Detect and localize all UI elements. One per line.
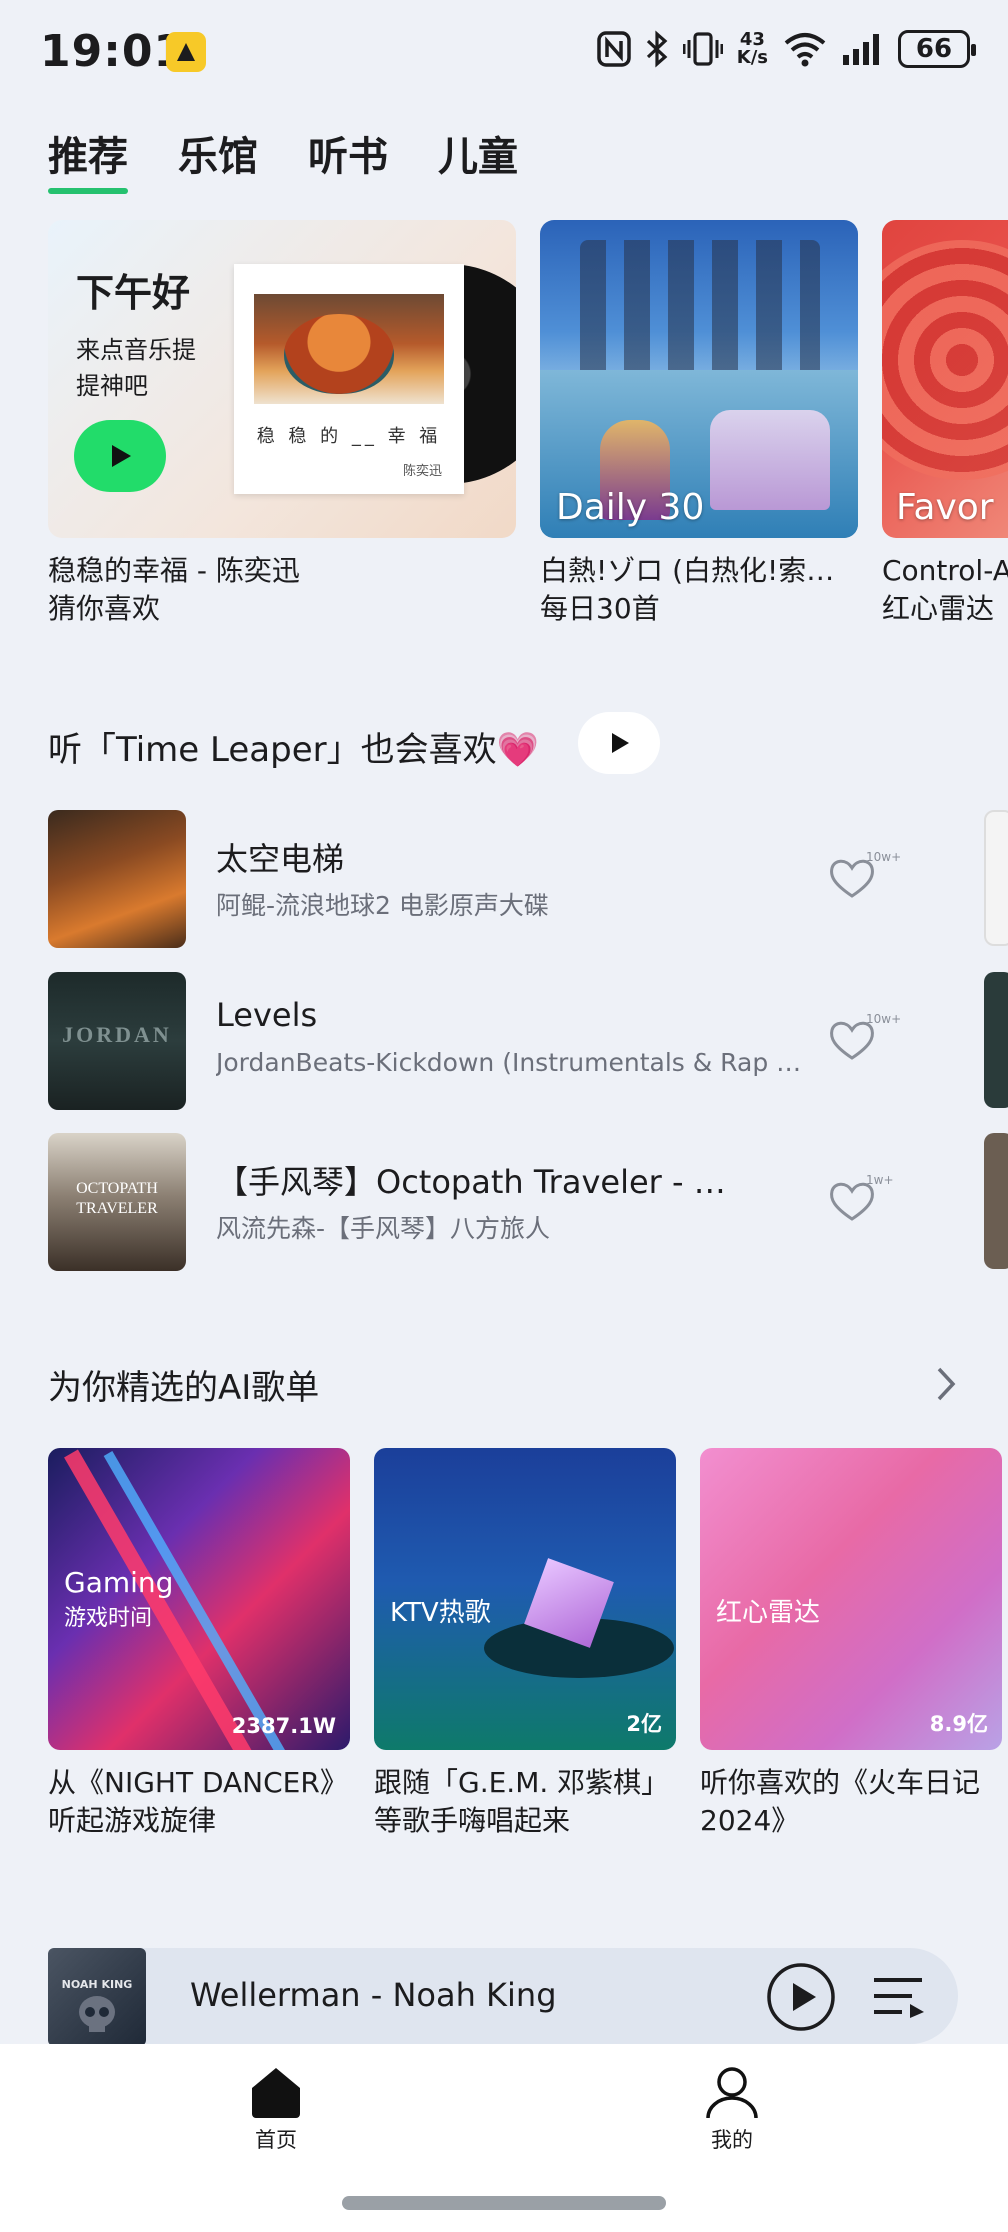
network-speed-unit: K/s xyxy=(736,47,768,68)
play-button[interactable] xyxy=(74,420,166,492)
cellular-signal-icon xyxy=(843,34,879,65)
playlist-card-favorites-radar[interactable]: 红心雷达 8.9亿 xyxy=(700,1448,1002,1750)
featured-caption-type: 每日30首 xyxy=(540,592,660,625)
nfc-icon xyxy=(597,31,631,67)
status-icons: 43 K/s 66 xyxy=(597,30,976,68)
play-pause-button[interactable] xyxy=(766,1962,836,2032)
song-thumbnail-3[interactable]: OCTOPATH TRAVELER xyxy=(48,1133,186,1271)
profile-icon xyxy=(706,2067,758,2119)
ship-graphic xyxy=(710,410,830,510)
playlist-card-ktv[interactable]: KTV热歌 2亿 xyxy=(374,1448,676,1750)
greeting-text: 下午好 xyxy=(76,271,191,315)
featured-caption-type: 猜你喜欢 xyxy=(48,592,161,625)
featured-caption-title: 稳稳的幸福 - 陈奕迅 xyxy=(48,554,300,587)
play-all-button[interactable] xyxy=(578,712,660,774)
tab-recommend[interactable]: 推荐 xyxy=(48,124,128,194)
like-button-3[interactable]: 1w+ xyxy=(828,1173,900,1229)
top-tabs: 推荐 乐馆 听书 儿童 xyxy=(48,124,518,194)
album-cover: 稳 稳 的 __ 幸 福 陈奕迅 xyxy=(234,264,464,494)
song-title-1[interactable]: 太空电梯 xyxy=(216,834,344,880)
featured-caption-2[interactable]: 白熱!ゾロ (白热化!索… 每日30首 xyxy=(540,552,860,628)
nav-profile-label: 我的 xyxy=(711,2128,753,2152)
playlist-caption-3[interactable]: 听你喜欢的《火车日记2024》 xyxy=(700,1764,1008,1840)
nav-home[interactable]: 首页 xyxy=(244,2064,308,2154)
tab-music-hall[interactable]: 乐馆 xyxy=(178,124,258,194)
app-notification-icon xyxy=(166,32,206,72)
skull-icon xyxy=(79,1996,115,2032)
network-speed: 43 K/s xyxy=(737,31,768,67)
song-title-2[interactable]: Levels xyxy=(216,996,317,1034)
featured-card-favorites[interactable]: Favor xyxy=(882,220,1008,538)
playlist-label-en: Gaming xyxy=(64,1566,174,1599)
similar-section-title: 听「Time Leaper」也会喜欢💗 xyxy=(48,730,539,770)
ai-playlists-title: 为你精选的AI歌单 xyxy=(48,1368,320,1408)
nav-profile[interactable]: 我的 xyxy=(700,2064,764,2154)
featured-caption-1[interactable]: 稳稳的幸福 - 陈奕迅 猜你喜欢 xyxy=(48,552,508,628)
favor-label: Favor xyxy=(896,487,994,528)
tab-audiobooks[interactable]: 听书 xyxy=(308,124,388,194)
greeting-subtitle: 来点音乐提提神吧 xyxy=(76,336,196,400)
now-playing-title[interactable]: Wellerman - Noah King xyxy=(190,1976,557,2014)
playlist-caption-1[interactable]: 从《NIGHT DANCER》听起游戏旋律 xyxy=(48,1764,358,1840)
song-subtitle-3: 风流先森-【手风琴】八方旅人 xyxy=(216,1214,551,1243)
playlist-queue-icon[interactable] xyxy=(872,1974,926,2020)
playlist-caption-2[interactable]: 跟随「G.E.M. 邓紫棋」等歌手嗨唱起来 xyxy=(374,1764,684,1840)
peek-thumbnail-2 xyxy=(984,972,1008,1108)
like-count-1: 10w+ xyxy=(866,850,902,864)
playlist-card-gaming[interactable]: Gaming 游戏时间 2387.1W xyxy=(48,1448,350,1750)
song-title-3[interactable]: 【手风琴】Octopath Traveler - … xyxy=(216,1157,726,1203)
daily-30-label: Daily 30 xyxy=(556,487,705,528)
now-playing-artwork[interactable]: NOAH KING xyxy=(48,1948,146,2046)
status-time: 19:01 xyxy=(40,26,186,77)
vibrate-icon xyxy=(682,32,723,66)
artwork-text: NOAH KING xyxy=(61,1978,133,1991)
playlist-label-cn: KTV热歌 xyxy=(390,1598,491,1628)
album-cover-artist: 陈奕迅 xyxy=(402,464,442,479)
play-count: 8.9亿 xyxy=(929,1712,988,1736)
play-icon xyxy=(112,445,131,467)
song-thumbnail-2[interactable]: JORDAN xyxy=(48,972,186,1110)
like-count-2: 10w+ xyxy=(866,1012,902,1026)
play-count: 2亿 xyxy=(626,1712,662,1736)
home-indicator[interactable] xyxy=(342,2196,666,2210)
song-subtitle-2: JordanBeats-Kickdown (Instrumentals & Ra… xyxy=(216,1048,802,1077)
swirl-graphic xyxy=(882,240,1008,480)
song-thumbnail-1[interactable] xyxy=(48,810,186,948)
nav-home-label: 首页 xyxy=(255,2128,297,2152)
featured-caption-type: 红心雷达 xyxy=(882,592,995,625)
featured-caption-3[interactable]: Control-A 红心雷达 xyxy=(882,552,1008,628)
like-button-2[interactable]: 10w+ xyxy=(828,1012,902,1068)
ramen-bowl-graphic xyxy=(284,314,394,394)
playlist-label-cn: 红心雷达 xyxy=(716,1598,821,1628)
song-subtitle-1: 阿鲲-流浪地球2 电影原声大碟 xyxy=(216,891,549,920)
featured-card-guess-you-like[interactable]: 稳 稳 的 __ 幸 福 陈奕迅 下午好 来点音乐提提神吧 xyxy=(48,220,516,538)
peek-thumbnail-3 xyxy=(984,1133,1008,1269)
home-icon xyxy=(252,2068,300,2118)
wifi-icon xyxy=(784,33,826,67)
play-count: 2387.1W xyxy=(231,1714,336,1738)
like-button-1[interactable]: 10w+ xyxy=(828,850,902,906)
battery-indicator: 66 xyxy=(898,30,976,68)
peek-thumbnail-1 xyxy=(984,810,1008,946)
featured-caption-title: 白熱!ゾロ (白热化!索… xyxy=(540,554,835,587)
play-icon xyxy=(612,733,629,753)
tab-kids[interactable]: 儿童 xyxy=(438,124,518,194)
featured-caption-title: Control-A xyxy=(882,554,1008,587)
playlist-label-cn: 游戏时间 xyxy=(64,1606,153,1631)
bluetooth-icon xyxy=(646,30,668,68)
featured-card-daily-30[interactable]: Daily 30 xyxy=(540,220,858,538)
album-cover-title: 稳 稳 的 __ 幸 福 xyxy=(256,426,442,447)
like-count-3: 1w+ xyxy=(866,1173,894,1187)
chevron-right-icon[interactable] xyxy=(934,1364,958,1404)
